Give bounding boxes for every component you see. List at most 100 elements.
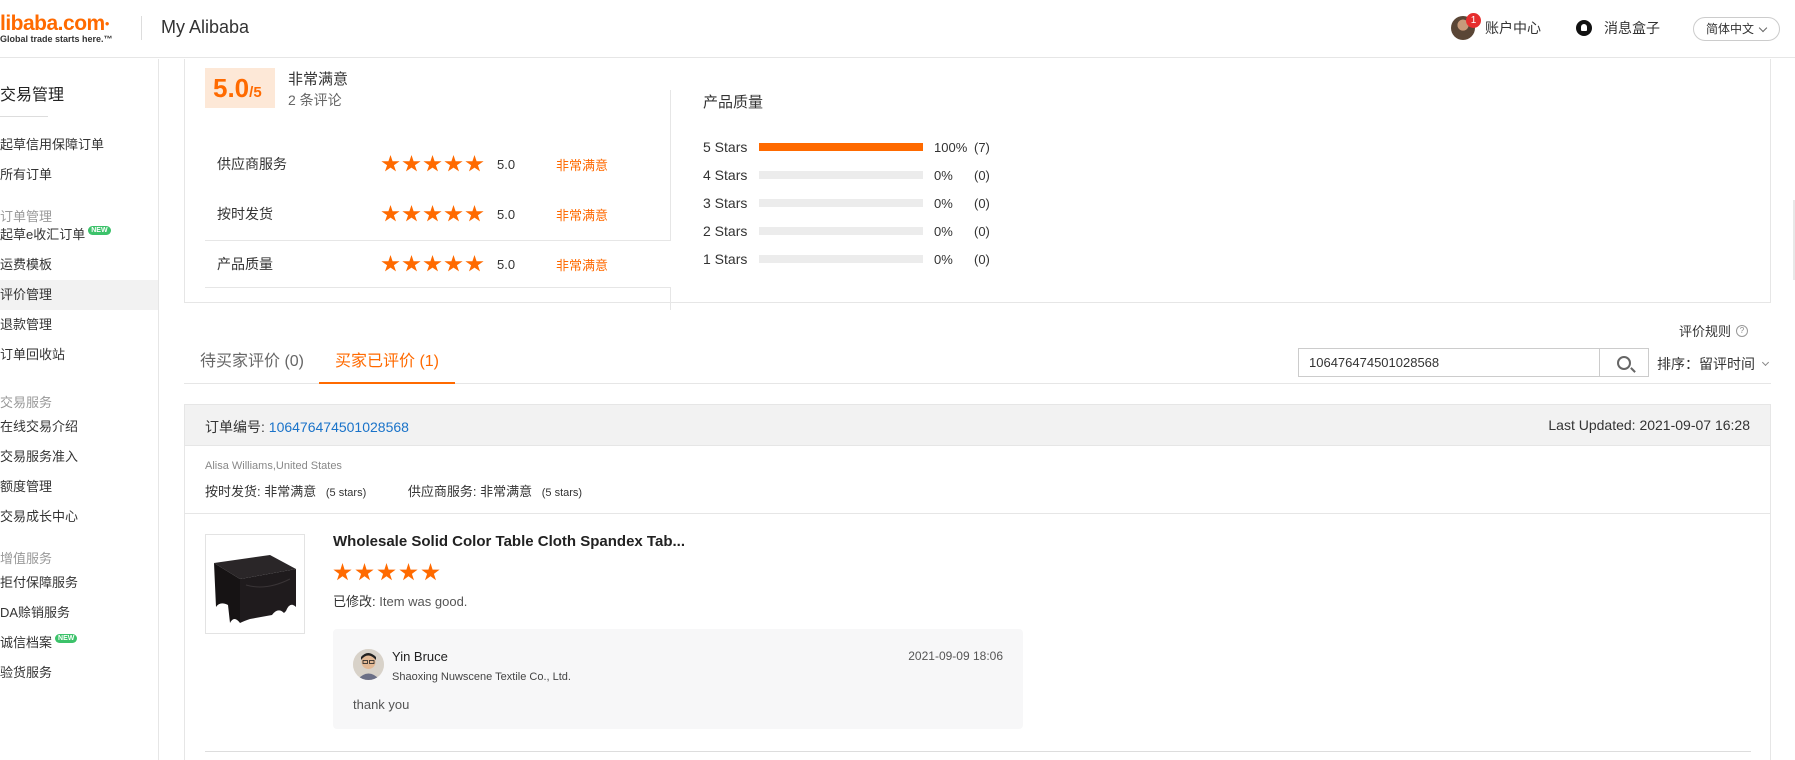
question-icon: ? bbox=[1736, 324, 1749, 337]
star-rating bbox=[381, 205, 484, 223]
histogram-label: 3 Stars bbox=[703, 195, 748, 211]
overall-level: 非常满意 bbox=[288, 71, 349, 88]
review-rules-label: 评价规则 bbox=[1679, 324, 1732, 339]
star-icon bbox=[444, 255, 463, 272]
sidebar-item-label: 诚信档案 bbox=[0, 635, 53, 650]
histogram-count: (0) bbox=[974, 195, 990, 211]
star-icon bbox=[381, 255, 400, 272]
product-title-link[interactable]: Wholesale Solid Color Table Cloth Spande… bbox=[333, 533, 685, 550]
histogram-bar bbox=[759, 171, 923, 179]
histogram-percent: 0% bbox=[934, 167, 953, 183]
page-title[interactable]: My Alibaba bbox=[161, 17, 249, 38]
star-icon bbox=[355, 563, 374, 581]
message-box[interactable]: 消息盒子 bbox=[1576, 15, 1660, 41]
ship-level: 非常满意 bbox=[264, 484, 317, 499]
histogram-percent: 0% bbox=[934, 195, 953, 211]
dimension-value: 5.0 bbox=[497, 256, 516, 272]
star-icon bbox=[465, 155, 484, 172]
new-badge: NEW bbox=[88, 226, 111, 235]
dimension-row-supplier-service[interactable]: 供应商服务 5.0 非常满意 bbox=[205, 140, 671, 188]
logo-text: libaba.com bbox=[0, 12, 105, 35]
dimension-level: 非常满意 bbox=[556, 257, 609, 273]
histogram-percent: 0% bbox=[934, 223, 953, 239]
message-box-label: 消息盒子 bbox=[1604, 20, 1660, 36]
reply-text: thank you bbox=[353, 697, 410, 712]
star-icon bbox=[421, 563, 440, 581]
sidebar-divider bbox=[0, 116, 48, 117]
sidebar-item-credit-limit[interactable]: 额度管理 bbox=[0, 472, 158, 502]
search-input[interactable] bbox=[1299, 349, 1601, 376]
new-badge: NEW bbox=[55, 634, 78, 643]
reply-company: Shaoxing Nuwscene Textile Co., Ltd. bbox=[392, 671, 571, 683]
star-icon bbox=[444, 205, 463, 222]
histogram-count: (0) bbox=[974, 223, 990, 239]
sidebar-item-refund-management[interactable]: 退款管理 bbox=[0, 310, 158, 340]
supplier-reply: Yin Bruce Shaoxing Nuwscene Textile Co.,… bbox=[333, 629, 1023, 729]
dimension-row-product-quality[interactable]: 产品质量 5.0 非常满意 bbox=[205, 240, 671, 288]
sidebar-item-draft-trade-assurance[interactable]: 起草信用保障订单 bbox=[0, 130, 158, 160]
star-icon bbox=[423, 255, 442, 272]
search-button[interactable] bbox=[1600, 349, 1648, 376]
review-rules-link[interactable]: 评价规则 ? bbox=[1679, 321, 1749, 340]
alibaba-logo[interactable]: libaba.com● Global trade starts here.™ bbox=[0, 12, 113, 44]
histogram-count: (7) bbox=[974, 139, 990, 155]
histogram-bar bbox=[759, 199, 923, 207]
sidebar-item-chargeback-protection[interactable]: 拒付保障服务 bbox=[0, 568, 158, 598]
histogram-label: 1 Stars bbox=[703, 251, 748, 267]
buyer-comment: 已修改: Item was good. bbox=[333, 591, 467, 610]
star-icon bbox=[381, 205, 400, 222]
chevron-down-icon bbox=[1758, 23, 1768, 33]
language-label: 简体中文 bbox=[1706, 22, 1755, 36]
histogram-title: 产品质量 bbox=[703, 94, 764, 111]
buyer-info: Alisa Williams,United States bbox=[205, 460, 342, 472]
dimension-ratings: 供应商服务 5.0 非常满意 按时发货 5.0 非常满意 产品质量 5.0 非常… bbox=[205, 90, 671, 310]
product-thumbnail[interactable] bbox=[205, 534, 305, 634]
logo-tagline: Global trade starts here.™ bbox=[0, 34, 113, 44]
histogram-label: 4 Stars bbox=[703, 167, 748, 183]
sidebar-item-draft-e-payment[interactable]: 起草e收汇订单 NEW bbox=[0, 220, 158, 250]
sidebar-item-trade-growth-center[interactable]: 交易成长中心 bbox=[0, 502, 158, 532]
dimension-label: 按时发货 bbox=[217, 206, 273, 222]
sidebar-group-value-added-services: 增值服务 bbox=[0, 551, 53, 566]
histogram-row: 2 Stars 0% (0) bbox=[703, 221, 990, 241]
language-select[interactable]: 简体中文 bbox=[1693, 17, 1780, 41]
service-level: 非常满意 bbox=[480, 484, 533, 499]
search-icon bbox=[1617, 355, 1632, 370]
tab-pending-buyer-review[interactable]: 待买家评价 (0) bbox=[184, 339, 320, 384]
bell-icon bbox=[1576, 20, 1592, 36]
histogram-percent: 100% bbox=[934, 139, 968, 155]
sidebar-item-review-management[interactable]: 评价管理 bbox=[0, 280, 158, 310]
histogram-fill bbox=[759, 143, 923, 151]
sidebar-item-all-orders[interactable]: 所有订单 bbox=[0, 160, 158, 190]
sidebar-item-order-recycle-bin[interactable]: 订单回收站 bbox=[0, 340, 158, 370]
star-icon bbox=[465, 205, 484, 222]
order-number-link[interactable]: 106476474501028568 bbox=[269, 419, 409, 435]
dimension-row-on-time-shipping[interactable]: 按时发货 5.0 非常满意 bbox=[205, 190, 671, 238]
chevron-down-icon bbox=[1761, 358, 1770, 366]
reply-time: 2021-09-09 18:06 bbox=[908, 649, 1003, 663]
sidebar-item-da-credit-sales[interactable]: DA赊销服务 bbox=[0, 598, 158, 628]
histogram-bar bbox=[759, 227, 923, 235]
star-icon bbox=[423, 205, 442, 222]
sidebar: 交易管理 起草信用保障订单 所有订单 订单管理 起草e收汇订单 NEW 运费模板 … bbox=[0, 59, 159, 760]
dimension-level: 非常满意 bbox=[556, 157, 609, 173]
notification-badge: 1 bbox=[1466, 13, 1481, 28]
comment-modified-label: 已修改: bbox=[333, 594, 376, 609]
dimension-value: 5.0 bbox=[497, 156, 516, 172]
sidebar-item-online-trade-intro[interactable]: 在线交易介绍 bbox=[0, 412, 158, 442]
sort-dropdown[interactable]: 排序：留评时间 bbox=[1657, 354, 1770, 374]
sidebar-group-trade-services: 交易服务 bbox=[0, 395, 53, 410]
histogram-row: 1 Stars 0% (0) bbox=[703, 249, 990, 269]
sidebar-item-integrity-file[interactable]: 诚信档案 NEW bbox=[0, 628, 158, 658]
table-cloth-image bbox=[214, 555, 296, 623]
sidebar-item-shipping-template[interactable]: 运费模板 bbox=[0, 250, 158, 280]
tab-buyer-reviewed[interactable]: 买家已评价 (1) bbox=[319, 339, 456, 384]
dimension-value: 5.0 bbox=[497, 206, 516, 222]
histogram-label: 5 Stars bbox=[703, 139, 748, 155]
star-icon bbox=[381, 155, 400, 172]
histogram-bar bbox=[759, 255, 923, 263]
sidebar-item-trade-service-access[interactable]: 交易服务准入 bbox=[0, 442, 158, 472]
sidebar-item-inspection-service[interactable]: 验货服务 bbox=[0, 658, 158, 688]
dimension-level: 非常满意 bbox=[556, 207, 609, 223]
account-center[interactable]: 1 账户中心 bbox=[1451, 13, 1541, 41]
